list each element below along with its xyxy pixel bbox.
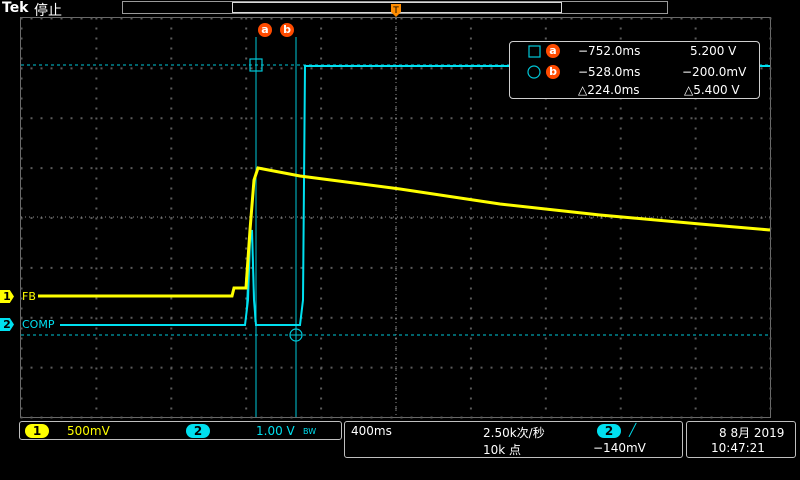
square-cursor-icon xyxy=(528,45,541,58)
cursor-b-badge[interactable]: b xyxy=(280,23,294,37)
cursor-b-time: −528.0ms xyxy=(578,65,641,79)
bandwidth-limit-indicator: BW xyxy=(303,427,317,436)
horizontal-trigger-panel[interactable]: 400ms 2.50k次/秒 10k 点 2 ╱ −140mV xyxy=(344,421,683,458)
cursor-a-time: −752.0ms xyxy=(578,44,641,58)
cursor-a-value: 5.200 V xyxy=(690,44,737,58)
bottom-status-bar: 1 500mV 2 1.00 V BW 400ms 2.50k次/秒 10k 点… xyxy=(0,418,800,480)
cursor-readout-panel: a b −752.0ms 5.200 V −528.0ms −200.0mV △… xyxy=(509,41,760,99)
datetime-panel: 8 8月 2019 10:47:21 xyxy=(686,421,796,458)
cursor-delta-time: △224.0ms xyxy=(578,83,640,97)
timebase-value[interactable]: 400ms xyxy=(351,424,392,438)
trigger-slope-icon: ╱ xyxy=(629,423,637,437)
channel-2-scale[interactable]: 1.00 V xyxy=(256,424,295,438)
trigger-source-badge[interactable]: 2 xyxy=(597,424,621,438)
channel-1-badge[interactable]: 1 xyxy=(25,424,49,438)
sample-rate: 2.50k次/秒 xyxy=(483,426,545,440)
channel-2-badge[interactable]: 2 xyxy=(186,424,210,438)
time-display: 10:47:21 xyxy=(711,441,765,455)
vertical-settings-panel[interactable]: 1 500mV 2 1.00 V BW xyxy=(19,421,342,440)
channel-2-label: COMP xyxy=(22,318,55,331)
cursor-a-badge[interactable]: a xyxy=(258,23,272,37)
record-length: 10k 点 xyxy=(483,443,522,457)
channel-2-trace xyxy=(60,65,770,326)
date-display: 8 8月 2019 xyxy=(719,426,785,440)
cursor-b-value: −200.0mV xyxy=(682,65,747,79)
channel-1-trace xyxy=(38,166,771,298)
circle-cursor-icon xyxy=(527,65,541,79)
cursor-a-badge: a xyxy=(546,44,560,58)
channel-1-label: FB xyxy=(22,290,36,303)
channel-1-scale[interactable]: 500mV xyxy=(67,424,110,438)
trigger-level[interactable]: −140mV xyxy=(593,441,646,455)
cursor-b-badge: b xyxy=(546,65,560,79)
cursor-delta-value: △5.400 V xyxy=(684,83,740,97)
